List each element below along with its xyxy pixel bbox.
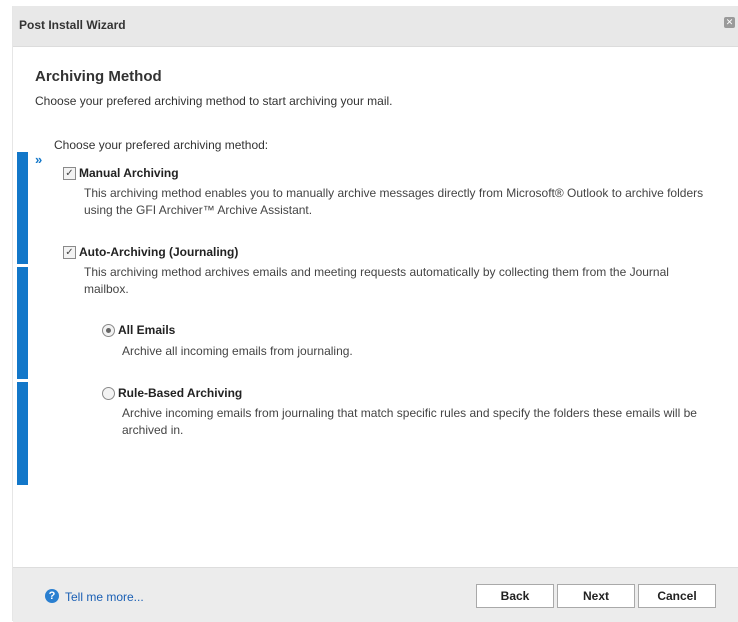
rule-based-desc-line2: archived in. xyxy=(122,423,184,437)
close-icon[interactable]: ✕ xyxy=(724,17,735,28)
all-emails-label[interactable]: All Emails xyxy=(118,323,175,337)
page-subtitle: Choose your prefered archiving method to… xyxy=(35,94,393,108)
cancel-button[interactable]: Cancel xyxy=(638,584,716,608)
auto-archiving-label[interactable]: Auto-Archiving (Journaling) xyxy=(79,245,238,259)
wizard-footer: ? Tell me more... Back Next Cancel xyxy=(13,567,738,622)
choose-method-label: Choose your prefered archiving method: xyxy=(54,138,269,152)
manual-archiving-label[interactable]: Manual Archiving xyxy=(79,166,179,180)
step-indicator-auto xyxy=(17,267,28,379)
all-emails-desc: Archive all incoming emails from journal… xyxy=(122,344,353,358)
step-indicator-rules xyxy=(17,382,28,485)
rule-based-desc-line1: Archive incoming emails from journaling … xyxy=(122,406,697,420)
current-step-arrow-icon: » xyxy=(35,152,43,167)
help-icon[interactable]: ? xyxy=(45,589,59,603)
tell-me-more-link[interactable]: Tell me more... xyxy=(65,590,144,604)
page-title: Archiving Method xyxy=(35,68,162,85)
auto-archiving-desc-line2: mailbox. xyxy=(84,282,129,296)
manual-archiving-checkbox[interactable]: ✓ xyxy=(63,167,76,180)
auto-archiving-desc-line1: This archiving method archives emails an… xyxy=(84,265,669,279)
manual-archiving-desc-line1: This archiving method enables you to man… xyxy=(84,186,704,200)
manual-archiving-desc-line2: using the GFI Archiver™ Archive Assistan… xyxy=(84,203,313,217)
step-indicator-manual xyxy=(17,152,28,264)
wizard-window: Post Install Wizard ✕ Archiving Method C… xyxy=(12,6,738,622)
title-bar: Post Install Wizard ✕ xyxy=(13,6,738,47)
back-button[interactable]: Back xyxy=(476,584,554,608)
auto-archiving-checkbox[interactable]: ✓ xyxy=(63,246,76,259)
all-emails-radio[interactable] xyxy=(102,324,115,337)
rule-based-label[interactable]: Rule-Based Archiving xyxy=(118,386,242,400)
radio-selected-dot-icon xyxy=(106,328,111,333)
rule-based-radio[interactable] xyxy=(102,387,115,400)
window-title: Post Install Wizard xyxy=(19,18,126,32)
next-button[interactable]: Next xyxy=(557,584,635,608)
